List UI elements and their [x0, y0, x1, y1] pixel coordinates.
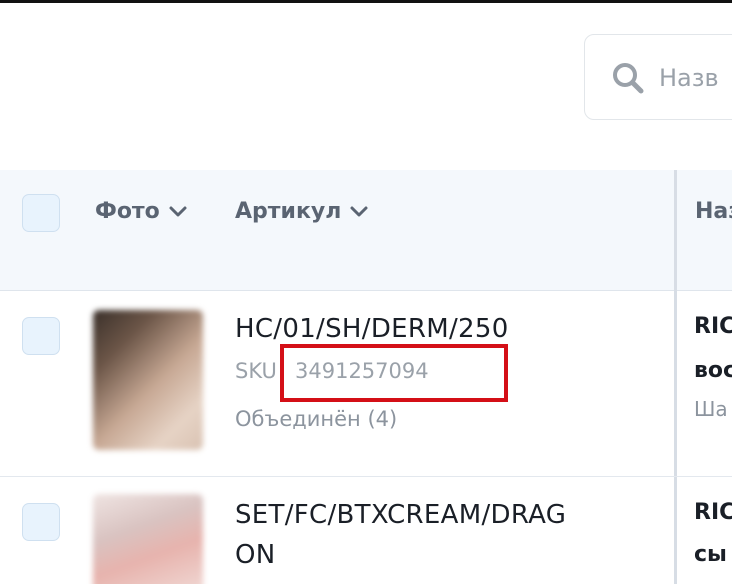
product-photo[interactable]	[93, 494, 203, 584]
column-header-article[interactable]: Артикул	[235, 196, 369, 228]
column-header-name[interactable]: Наз	[695, 196, 732, 228]
article-code-line1[interactable]: SET/FC/BTXCREAM/DRAG	[235, 496, 566, 534]
product-name-line1[interactable]: RIC	[694, 496, 732, 530]
chevron-down-icon	[350, 206, 368, 217]
table-header	[0, 170, 732, 291]
product-name-line1[interactable]: RIC	[694, 310, 732, 344]
article-code-line2[interactable]: ON	[235, 536, 276, 574]
product-table-screen: Назв Фото Артикул Наз HC/01/SH/DERM/250 …	[0, 0, 732, 584]
column-header-photo-label: Фото	[95, 199, 160, 224]
row-separator	[0, 476, 732, 477]
search-icon	[613, 63, 644, 94]
row-checkbox[interactable]	[22, 317, 60, 355]
column-header-photo[interactable]: Фото	[95, 196, 188, 228]
search-input[interactable]: Назв	[584, 34, 732, 120]
product-name-line2[interactable]: вос	[694, 354, 732, 388]
chevron-down-icon	[169, 206, 187, 217]
highlight-annotation	[280, 344, 508, 402]
select-all-checkbox[interactable]	[22, 194, 60, 232]
article-code[interactable]: HC/01/SH/DERM/250	[235, 310, 509, 348]
product-name-line2[interactable]: сы	[694, 538, 727, 572]
column-divider[interactable]	[674, 170, 677, 584]
search-placeholder: Назв	[659, 64, 719, 92]
column-header-name-label: Наз	[695, 199, 732, 224]
top-border	[0, 0, 732, 3]
column-header-article-label: Артикул	[235, 199, 342, 224]
row-checkbox[interactable]	[22, 503, 60, 541]
product-category: Ша	[694, 397, 728, 421]
sku-line: SKU	[235, 356, 277, 386]
sku-prefix: SKU	[235, 359, 277, 383]
merged-count[interactable]: Объединён (4)	[235, 404, 397, 434]
product-photo[interactable]	[93, 310, 203, 450]
